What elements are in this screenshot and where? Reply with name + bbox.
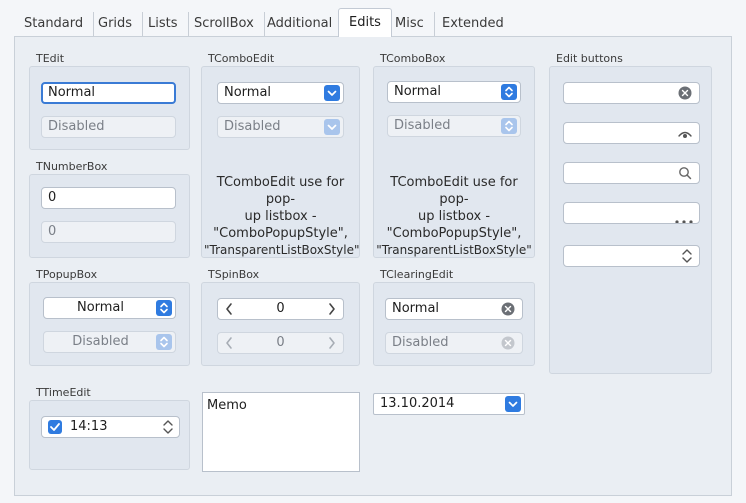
spinbox-value: 0 xyxy=(276,301,285,316)
editbutton-ellipsis-field[interactable] xyxy=(563,202,700,224)
comboedit-disabled: Disabled xyxy=(217,116,344,138)
tcombobox-label: TComboBox xyxy=(380,52,446,65)
combobox-disabled-value: Disabled xyxy=(394,118,451,133)
updown-icon[interactable] xyxy=(162,419,174,437)
clearingedit-normal[interactable]: Normal xyxy=(385,298,523,320)
chevron-down-icon xyxy=(324,119,340,135)
timeedit-input[interactable]: 14:13 xyxy=(41,416,180,438)
ellipsis-icon[interactable] xyxy=(675,211,693,223)
editbutton-password-field[interactable] xyxy=(563,122,700,144)
tedit-label: TEdit xyxy=(36,52,65,65)
spin-updown-icon[interactable] xyxy=(681,248,693,266)
editbuttons-label: Edit buttons xyxy=(556,52,623,65)
comboedit-desc-line: "TransparentListBoxStyle" xyxy=(204,243,360,257)
tspinbox-label: TSpinBox xyxy=(208,268,260,281)
tpopupbox-group xyxy=(29,282,190,366)
tab-additional[interactable]: Additional xyxy=(257,12,342,36)
combobox-desc-line: "ComboPopupStyle", xyxy=(386,226,522,241)
tedit-disabled-input: Disabled xyxy=(41,116,176,138)
tpopupbox-label: TPopupBox xyxy=(36,268,98,281)
popupbox-normal-label: Normal xyxy=(76,300,125,315)
tab-extended[interactable]: Extended xyxy=(432,12,514,36)
clearingedit-disabled-value: Disabled xyxy=(392,335,449,350)
password-eye-icon[interactable] xyxy=(677,127,693,143)
comboedit-desc-line: TComboEdit use for pop- xyxy=(216,175,345,207)
timeedit-checkbox[interactable] xyxy=(48,420,62,434)
chevron-left-icon[interactable] xyxy=(224,302,234,319)
spinbox-input[interactable]: 0 xyxy=(217,298,344,320)
numberbox-input[interactable]: 0 xyxy=(41,187,176,209)
chevron-down-icon[interactable] xyxy=(324,85,340,101)
spinbox-disabled-value: 0 xyxy=(276,335,285,350)
updown-icon xyxy=(501,118,517,134)
tcomboedit-label: TComboEdit xyxy=(208,52,275,65)
chevron-left-icon xyxy=(224,336,234,353)
chevron-right-icon xyxy=(327,336,337,353)
updown-icon xyxy=(156,334,172,350)
clearingedit-disabled: Disabled xyxy=(385,332,523,354)
tclearingedit-label: TClearingEdit xyxy=(380,268,454,281)
combobox-desc-line: "TransparentListBoxStyle" xyxy=(376,243,532,257)
search-icon[interactable] xyxy=(678,166,692,183)
clear-icon xyxy=(501,336,515,353)
tab-standard[interactable]: Standard xyxy=(14,12,95,36)
tab-scrollbox[interactable]: ScrollBox xyxy=(184,12,265,36)
combobox-desc-line: up listbox - xyxy=(417,209,491,224)
combobox-desc-line: TComboEdit use for pop- xyxy=(390,175,518,207)
tab-edits[interactable]: Edits xyxy=(338,8,392,37)
comboedit-normal-value: Normal xyxy=(224,85,272,100)
spinbox-disabled-input: 0 xyxy=(217,332,344,354)
clear-icon[interactable] xyxy=(678,86,692,103)
clear-icon[interactable] xyxy=(501,302,515,319)
tab-misc[interactable]: Misc xyxy=(385,12,435,36)
memo-textarea[interactable]: Memo xyxy=(202,392,360,472)
ttimeedit-label: TTimeEdit xyxy=(36,386,91,399)
numberbox-disabled-input: 0 xyxy=(41,221,176,243)
updown-icon[interactable] xyxy=(501,84,517,100)
clearingedit-normal-value: Normal xyxy=(392,301,440,316)
comboedit-normal[interactable]: Normal xyxy=(217,82,344,104)
updown-icon xyxy=(156,300,172,316)
editbutton-clear-field[interactable] xyxy=(563,82,700,104)
popupbox-normal[interactable]: Normal xyxy=(43,297,176,319)
editbutton-spin-field[interactable] xyxy=(563,245,700,267)
tab-lists[interactable]: Lists xyxy=(138,12,189,36)
timeedit-value: 14:13 xyxy=(70,419,108,434)
combobox-disabled: Disabled xyxy=(387,115,521,137)
editbutton-search-field[interactable] xyxy=(563,162,700,184)
comboedit-desc-line: up listbox - xyxy=(244,209,317,224)
popupbox-disabled-label: Disabled xyxy=(72,334,129,349)
combobox-normal[interactable]: Normal xyxy=(387,81,521,103)
date-edit-value: 13.10.2014 xyxy=(380,396,455,411)
chevron-right-icon[interactable] xyxy=(327,302,337,319)
comboedit-disabled-value: Disabled xyxy=(224,119,281,134)
combobox-normal-value: Normal xyxy=(394,84,442,99)
tedit-normal-input[interactable]: Normal xyxy=(41,82,176,104)
comboedit-desc-line: "ComboPopupStyle", xyxy=(213,226,348,241)
popupbox-disabled: Disabled xyxy=(43,331,176,353)
tab-grids[interactable]: Grids xyxy=(88,12,144,36)
comboedit-description: TComboEdit use for pop- up listbox - "Co… xyxy=(204,174,360,259)
date-edit[interactable]: 13.10.2014 xyxy=(373,393,525,415)
chevron-down-icon[interactable] xyxy=(505,396,521,412)
tnumberbox-label: TNumberBox xyxy=(36,160,108,173)
combobox-description: TComboEdit use for pop- up listbox - "Co… xyxy=(376,174,532,259)
